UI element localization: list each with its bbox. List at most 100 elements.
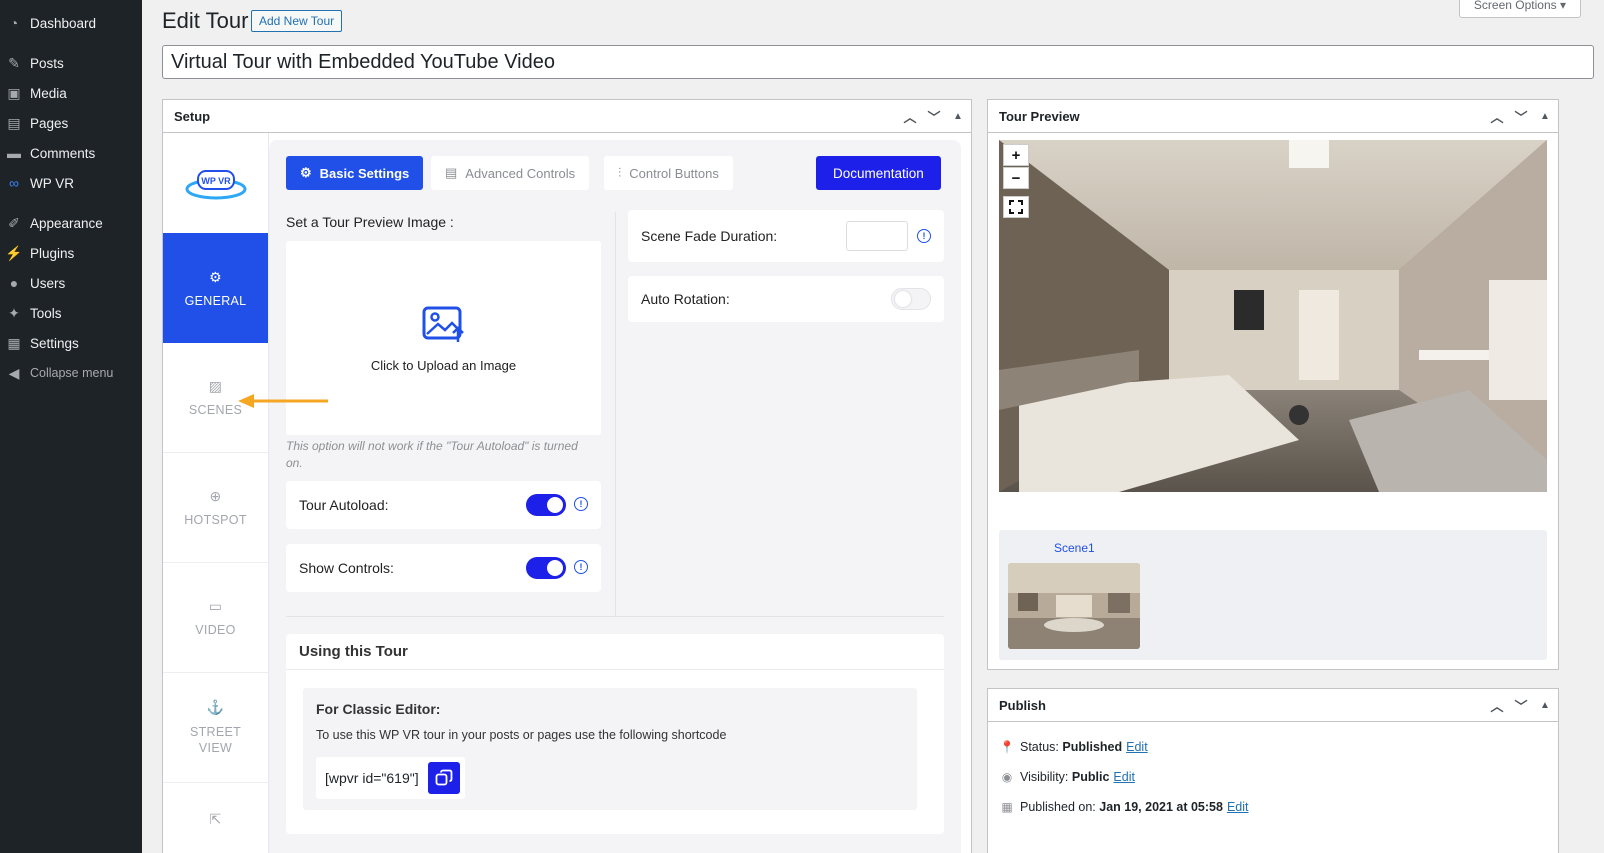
- menu-plugins[interactable]: ⚡ Plugins: [0, 238, 142, 268]
- publish-status-row: 📍 Status: Published Edit: [999, 740, 1148, 754]
- vr-icon: ∞: [9, 175, 19, 191]
- wrench-icon: ✦: [8, 304, 20, 321]
- image-icon: ▨: [208, 378, 223, 394]
- menu-collapse[interactable]: ◀ Collapse menu: [0, 358, 142, 388]
- tab-advanced-controls[interactable]: ▤ Advanced Controls: [431, 156, 590, 190]
- scene-fade-input[interactable]: [846, 221, 908, 251]
- info-icon[interactable]: !: [574, 560, 588, 574]
- upload-image-text: Click to Upload an Image: [370, 357, 517, 373]
- side-tab-street-view[interactable]: ⚓ STREET VIEW: [163, 673, 268, 783]
- info-icon[interactable]: !: [574, 497, 588, 511]
- scene-fade-row: Scene Fade Duration: !: [628, 210, 944, 262]
- side-tab-video[interactable]: ▭ VIDEO: [163, 563, 268, 673]
- menu-dashboard[interactable]: ◔ Dashboard: [0, 8, 142, 38]
- post-title-input[interactable]: Virtual Tour with Embedded YouTube Video: [162, 45, 1594, 79]
- settings-icon: ▦: [7, 334, 21, 351]
- preview-image-label: Set a Tour Preview Image :: [286, 214, 454, 230]
- panorama-viewer[interactable]: + −: [999, 140, 1547, 492]
- setup-body: ⚙ Basic Settings ▤ Advanced Controls ⫶ Cont…: [269, 133, 971, 853]
- arrow-annotation-icon: [238, 394, 328, 408]
- show-controls-row: Show Controls: !: [286, 544, 601, 592]
- publish-header: Publish ︿ ﹀ ▲: [988, 689, 1558, 722]
- anchor-icon: ⚓: [206, 699, 225, 715]
- using-this-tour-box: Using this Tour For Classic Editor: To u…: [286, 634, 944, 834]
- menu-users[interactable]: ● Users: [0, 268, 142, 298]
- pin-icon: ✎: [8, 54, 20, 71]
- toggle-panel-icon[interactable]: ▲: [1538, 111, 1552, 122]
- classic-editor-title: For Classic Editor:: [316, 701, 441, 717]
- tour-autoload-toggle[interactable]: [526, 494, 566, 516]
- move-up-icon[interactable]: ︿: [1490, 107, 1504, 126]
- shortcode-field: [wpvr id="619"]: [316, 757, 465, 799]
- toggle-panel-icon[interactable]: ▲: [951, 111, 965, 122]
- crosshair-icon: ⊕: [209, 488, 222, 504]
- admin-sidebar: ◔ Dashboard ✎ Posts ▣ Media ▤ Pages ▬ Comment…: [0, 0, 142, 853]
- menu-posts[interactable]: ✎ Posts: [0, 48, 142, 78]
- svg-text:WP VR: WP VR: [201, 176, 231, 186]
- calendar-icon: ▦: [1001, 800, 1013, 814]
- zoom-in-button[interactable]: +: [1003, 144, 1029, 166]
- tab-basic-settings[interactable]: ⚙ Basic Settings: [286, 156, 424, 190]
- external-link-icon: ⇱: [209, 811, 222, 827]
- brush-icon: ✐: [8, 214, 20, 231]
- classic-editor-desc: To use this WP VR tour in your posts or …: [316, 728, 727, 742]
- eye-icon: ◉: [1001, 770, 1013, 784]
- shortcode-text[interactable]: [wpvr id="619"]: [325, 770, 419, 786]
- menu-comments[interactable]: ▬ Comments: [0, 138, 142, 168]
- menu-pages[interactable]: ▤ Pages: [0, 108, 142, 138]
- setup-title: Setup: [174, 108, 211, 124]
- zoom-out-button[interactable]: −: [1003, 167, 1029, 189]
- documentation-button[interactable]: Documentation: [816, 156, 941, 190]
- scene-name[interactable]: Scene1: [1054, 541, 1095, 555]
- menu-media[interactable]: ▣ Media: [0, 78, 142, 108]
- video-icon: ▭: [208, 598, 223, 614]
- move-down-icon[interactable]: ﹀: [927, 107, 941, 126]
- edit-status-link[interactable]: Edit: [1126, 740, 1148, 754]
- side-tab-hotspot[interactable]: ⊕ HOTSPOT: [163, 453, 268, 563]
- menu-tools[interactable]: ✦ Tools: [0, 298, 142, 328]
- publish-box: Publish ︿ ﹀ ▲ 📍 Status: Published Edit ◉…: [987, 688, 1559, 853]
- screen-options-button[interactable]: Screen Options ▾: [1458, 0, 1581, 18]
- panel-icon: ▤: [445, 165, 458, 180]
- classic-editor-box: For Classic Editor: To use this WP VR to…: [303, 688, 917, 810]
- move-up-icon[interactable]: ︿: [903, 107, 917, 126]
- move-down-icon[interactable]: ﹀: [1514, 107, 1528, 126]
- auto-rotation-toggle[interactable]: [891, 288, 931, 310]
- publish-visibility-row: ◉ Visibility: Public Edit: [999, 770, 1135, 784]
- upload-image-area[interactable]: Click to Upload an Image: [286, 241, 601, 435]
- side-tab-external[interactable]: ⇱: [163, 783, 268, 853]
- wpvr-logo-icon: WP VR: [185, 170, 246, 200]
- users-icon: ●: [9, 275, 19, 291]
- tab-control-buttons[interactable]: ⫶ Control Buttons: [604, 156, 733, 190]
- scene-thumbnail[interactable]: [1008, 563, 1140, 649]
- page-title: Edit Tour: [162, 8, 249, 33]
- move-up-icon[interactable]: ︿: [1490, 696, 1504, 715]
- edit-visibility-link[interactable]: Edit: [1113, 770, 1135, 784]
- toggle-panel-icon[interactable]: ▲: [1538, 700, 1552, 711]
- add-new-tour-button[interactable]: Add New Tour: [251, 10, 343, 32]
- setup-header: Setup ︿ ﹀ ▲: [163, 100, 971, 133]
- menu-wpvr[interactable]: ∞ WP VR: [0, 168, 142, 198]
- scene-thumbnail-image: [1008, 563, 1140, 649]
- general-panel: ⚙ Basic Settings ▤ Advanced Controls ⫶ Cont…: [269, 140, 961, 853]
- move-down-icon[interactable]: ﹀: [1514, 696, 1528, 715]
- fullscreen-button[interactable]: [1003, 196, 1029, 218]
- menu-appearance[interactable]: ✐ Appearance: [0, 208, 142, 238]
- info-icon[interactable]: !: [917, 229, 931, 243]
- publish-title: Publish: [999, 697, 1046, 713]
- show-controls-toggle[interactable]: [526, 557, 566, 579]
- main-content: Edit Tour Add New Tour Screen Options ▾ …: [142, 0, 1604, 853]
- edit-date-link[interactable]: Edit: [1227, 800, 1249, 814]
- tour-preview-title: Tour Preview: [999, 108, 1080, 124]
- copy-shortcode-button[interactable]: [427, 762, 460, 794]
- panorama-image: [999, 140, 1547, 492]
- dashboard-icon: ◔: [9, 15, 19, 31]
- gear-icon: ⚙: [300, 165, 312, 180]
- pages-icon: ▤: [7, 114, 21, 131]
- wpvr-logo: WP VR: [163, 133, 268, 233]
- setup-side-nav: WP VR ⚙ GENERAL ▨ SCENES ⊕ HOTSPOT ▭ VID…: [163, 133, 269, 853]
- menu-settings[interactable]: ▦ Settings: [0, 328, 142, 358]
- section-divider: [286, 616, 944, 617]
- side-tab-general[interactable]: ⚙ GENERAL: [163, 233, 268, 343]
- media-icon: ▣: [7, 84, 21, 101]
